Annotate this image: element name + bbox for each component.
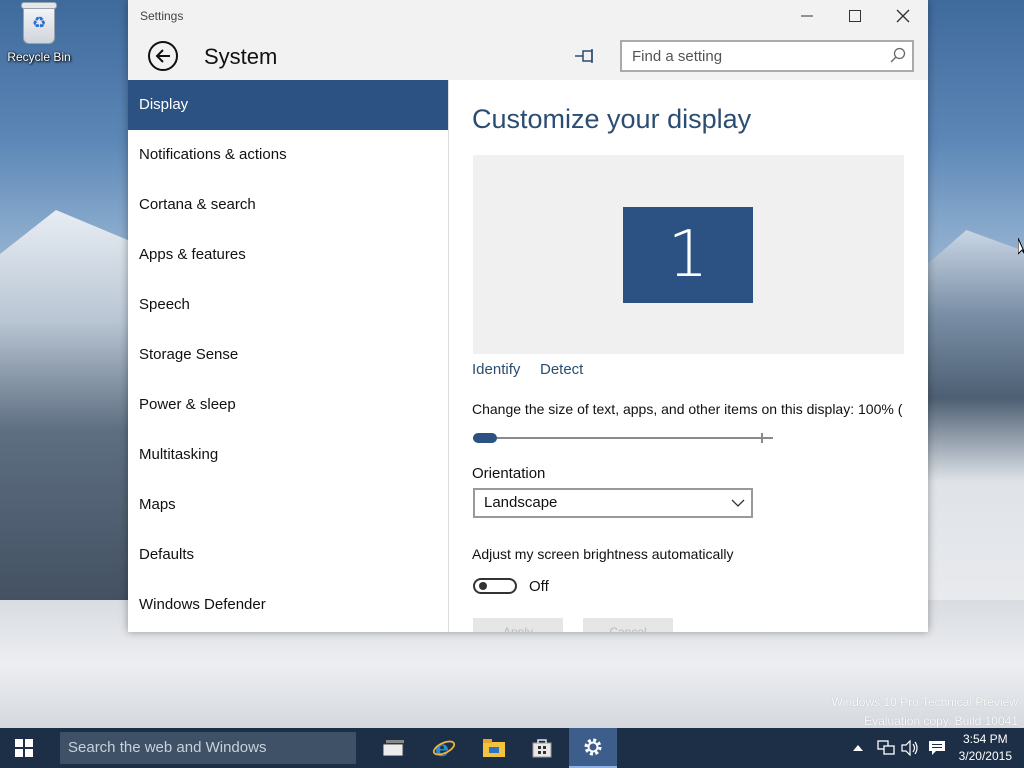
windows-logo-icon: [15, 739, 33, 757]
settings-sidebar: Display Notifications & actions Cortana …: [128, 80, 449, 632]
back-button[interactable]: [148, 41, 178, 71]
network-tray-button[interactable]: [876, 728, 896, 768]
auto-brightness-toggle[interactable]: [473, 578, 517, 594]
sidebar-item-windows-defender[interactable]: Windows Defender: [128, 580, 448, 630]
internet-explorer-button[interactable]: e: [420, 728, 468, 768]
window-title: Settings: [140, 9, 184, 23]
apply-button[interactable]: Apply: [473, 618, 563, 632]
clock-time: 3:54 PM: [962, 732, 1008, 746]
sidebar-item-multitasking[interactable]: Multitasking: [128, 430, 448, 480]
store-button[interactable]: [518, 728, 566, 768]
maximize-button[interactable]: [832, 0, 878, 32]
action-center-button[interactable]: [926, 728, 948, 768]
auto-brightness-label: Adjust my screen brightness automaticall…: [472, 546, 734, 562]
chevron-up-icon: [853, 745, 863, 751]
toggle-knob: [479, 582, 487, 590]
task-view-icon: [383, 740, 404, 756]
identify-link[interactable]: Identify: [472, 361, 520, 378]
taskbar-search-box[interactable]: Search the web and Windows: [60, 732, 356, 764]
clock-date: 3/20/2015: [958, 749, 1012, 763]
taskbar: Search the web and Windows e 3:54 PM 3/2…: [0, 728, 1024, 768]
scale-label: Change the size of text, apps, and other…: [472, 401, 903, 417]
find-setting-input[interactable]: [630, 42, 884, 70]
page-title: System: [204, 44, 278, 69]
slider-thumb[interactable]: [473, 433, 497, 443]
sidebar-item-apps-features[interactable]: Apps & features: [128, 230, 448, 280]
sidebar-item-power-sleep[interactable]: Power & sleep: [128, 380, 448, 430]
settings-gear-icon: [584, 738, 602, 756]
chevron-down-icon: [731, 499, 745, 507]
start-button[interactable]: [0, 728, 48, 768]
volume-tray-button[interactable]: [900, 728, 920, 768]
title-bar[interactable]: Settings: [128, 0, 928, 32]
find-setting-search[interactable]: [620, 40, 914, 72]
sidebar-item-defaults[interactable]: Defaults: [128, 530, 448, 580]
sidebar-item-speech[interactable]: Speech: [128, 280, 448, 330]
svg-text:e: e: [435, 736, 449, 760]
sidebar-item-notifications[interactable]: Notifications & actions: [128, 130, 448, 180]
orientation-dropdown[interactable]: Landscape: [473, 488, 753, 518]
watermark-edition: Windows 10 Pro Technical Preview: [831, 695, 1018, 709]
mountain-right: [928, 230, 1024, 650]
maximize-icon: [849, 10, 861, 22]
detect-link[interactable]: Detect: [540, 361, 583, 378]
pin-icon: [575, 49, 593, 63]
minimize-icon: [801, 15, 813, 17]
pin-to-start-button[interactable]: [574, 46, 598, 66]
taskbar-clock[interactable]: 3:54 PM 3/20/2015: [959, 731, 1012, 765]
store-icon: [532, 739, 552, 758]
settings-taskbar-button[interactable]: [569, 728, 617, 768]
cancel-button[interactable]: Cancel: [583, 618, 673, 632]
display-arrangement-area: 1: [473, 155, 904, 354]
file-explorer-icon: [483, 739, 505, 757]
notification-icon: [929, 741, 945, 755]
display-settings-panel: Customize your display 1 Identify Detect…: [472, 80, 912, 632]
sidebar-item-maps[interactable]: Maps: [128, 480, 448, 530]
search-icon[interactable]: [890, 47, 906, 63]
network-icon: [877, 740, 895, 755]
orientation-label: Orientation: [472, 465, 546, 482]
settings-header: System: [128, 32, 928, 80]
close-icon: [896, 9, 910, 23]
mountain-left: [0, 210, 140, 650]
task-view-button[interactable]: [370, 728, 418, 768]
settings-window: Settings System Find a setting Display N…: [128, 0, 928, 632]
recycle-bin-shortcut[interactable]: ♻ Recycle Bin: [4, 2, 74, 64]
close-button[interactable]: [880, 0, 926, 32]
windows-watermark: Windows 10 Pro Technical Preview Evaluat…: [831, 693, 1018, 731]
panel-heading: Customize your display: [472, 104, 752, 134]
sidebar-item-cortana[interactable]: Cortana & search: [128, 180, 448, 230]
show-hidden-icons-button[interactable]: [850, 728, 866, 768]
recycle-bin-icon: ♻: [21, 2, 57, 44]
recycle-bin-label: Recycle Bin: [7, 50, 71, 64]
internet-explorer-icon: e: [432, 736, 456, 760]
slider-end-tick: [761, 433, 763, 443]
back-arrow-icon: [155, 49, 170, 63]
toggle-state-label: Off: [529, 578, 549, 595]
slider-track: [473, 437, 773, 439]
minimize-button[interactable]: [784, 0, 830, 32]
monitor-1-tile[interactable]: 1: [623, 207, 753, 303]
scale-slider[interactable]: [473, 432, 773, 444]
file-explorer-button[interactable]: [470, 728, 518, 768]
sidebar-item-display[interactable]: Display: [128, 80, 448, 130]
sidebar-item-storage-sense[interactable]: Storage Sense: [128, 330, 448, 380]
volume-icon: [901, 740, 918, 756]
orientation-value: Landscape: [484, 494, 558, 511]
mouse-cursor-icon: [1018, 238, 1024, 255]
